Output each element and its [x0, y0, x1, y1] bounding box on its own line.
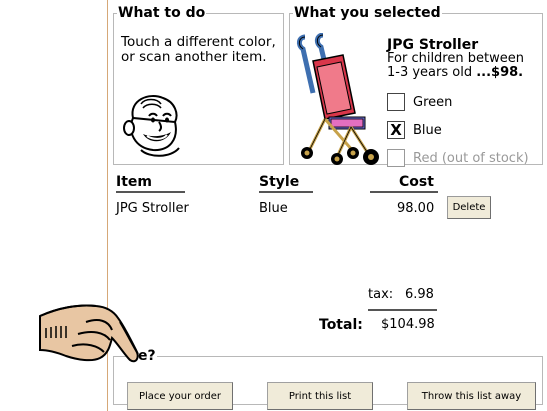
instructions-title: What to do: [118, 5, 206, 21]
column-header-style: Style: [259, 174, 300, 190]
kiosk-screen: What to do Touch a different color, or s…: [0, 0, 547, 411]
column-header-item: Item: [116, 174, 152, 190]
print-list-button[interactable]: Print this list: [267, 382, 373, 410]
place-order-button[interactable]: Place your order: [127, 382, 233, 410]
product-price: ...$98.: [476, 65, 524, 80]
color-label-green: Green: [413, 94, 453, 110]
total-divider: [368, 309, 437, 311]
actions-panel: e? Place your order Print this list Thro…: [113, 349, 543, 410]
header-underline-cost: [370, 191, 438, 193]
row-style: Blue: [259, 201, 288, 216]
color-checkbox-green[interactable]: [387, 93, 405, 111]
color-label-blue: Blue: [413, 122, 442, 138]
row-item: JPG Stroller: [116, 201, 189, 216]
tax-label: tax:: [368, 287, 394, 302]
header-underline-item: [116, 191, 185, 193]
throw-list-away-button[interactable]: Throw this list away: [407, 382, 536, 410]
total-label: Total:: [319, 317, 363, 333]
product-description-line1: For children between: [387, 51, 524, 66]
product-description-line2: 1-3 years old: [387, 65, 473, 80]
total-value: $104.98: [381, 317, 435, 332]
tax-value: 6.98: [405, 287, 434, 302]
color-option-red: Red (out of stock): [387, 148, 529, 168]
column-header-cost: Cost: [399, 174, 434, 190]
color-label-red: Red (out of stock): [413, 150, 529, 166]
row-cost: 98.00: [397, 201, 435, 216]
color-option-green[interactable]: Green: [387, 92, 452, 112]
instructions-panel: What to do Touch a different color, or s…: [113, 6, 284, 165]
smiling-man-illustration: [123, 95, 180, 157]
stroller-image: [296, 33, 379, 165]
color-checkbox-red: [387, 149, 405, 167]
pointing-hand-cursor: [39, 304, 139, 363]
color-option-blue[interactable]: X Blue: [387, 120, 442, 140]
color-checkbox-blue[interactable]: X: [387, 121, 405, 139]
selection-panel: What you selected JPG Stroller For child…: [289, 5, 543, 168]
instructions-text: Touch a different color, or scan another…: [121, 34, 276, 65]
product-description: For children between 1-3 years old ...$9…: [387, 52, 524, 80]
selection-title: What you selected: [294, 5, 441, 21]
header-underline-style: [259, 191, 313, 193]
delete-button[interactable]: Delete: [447, 196, 491, 219]
